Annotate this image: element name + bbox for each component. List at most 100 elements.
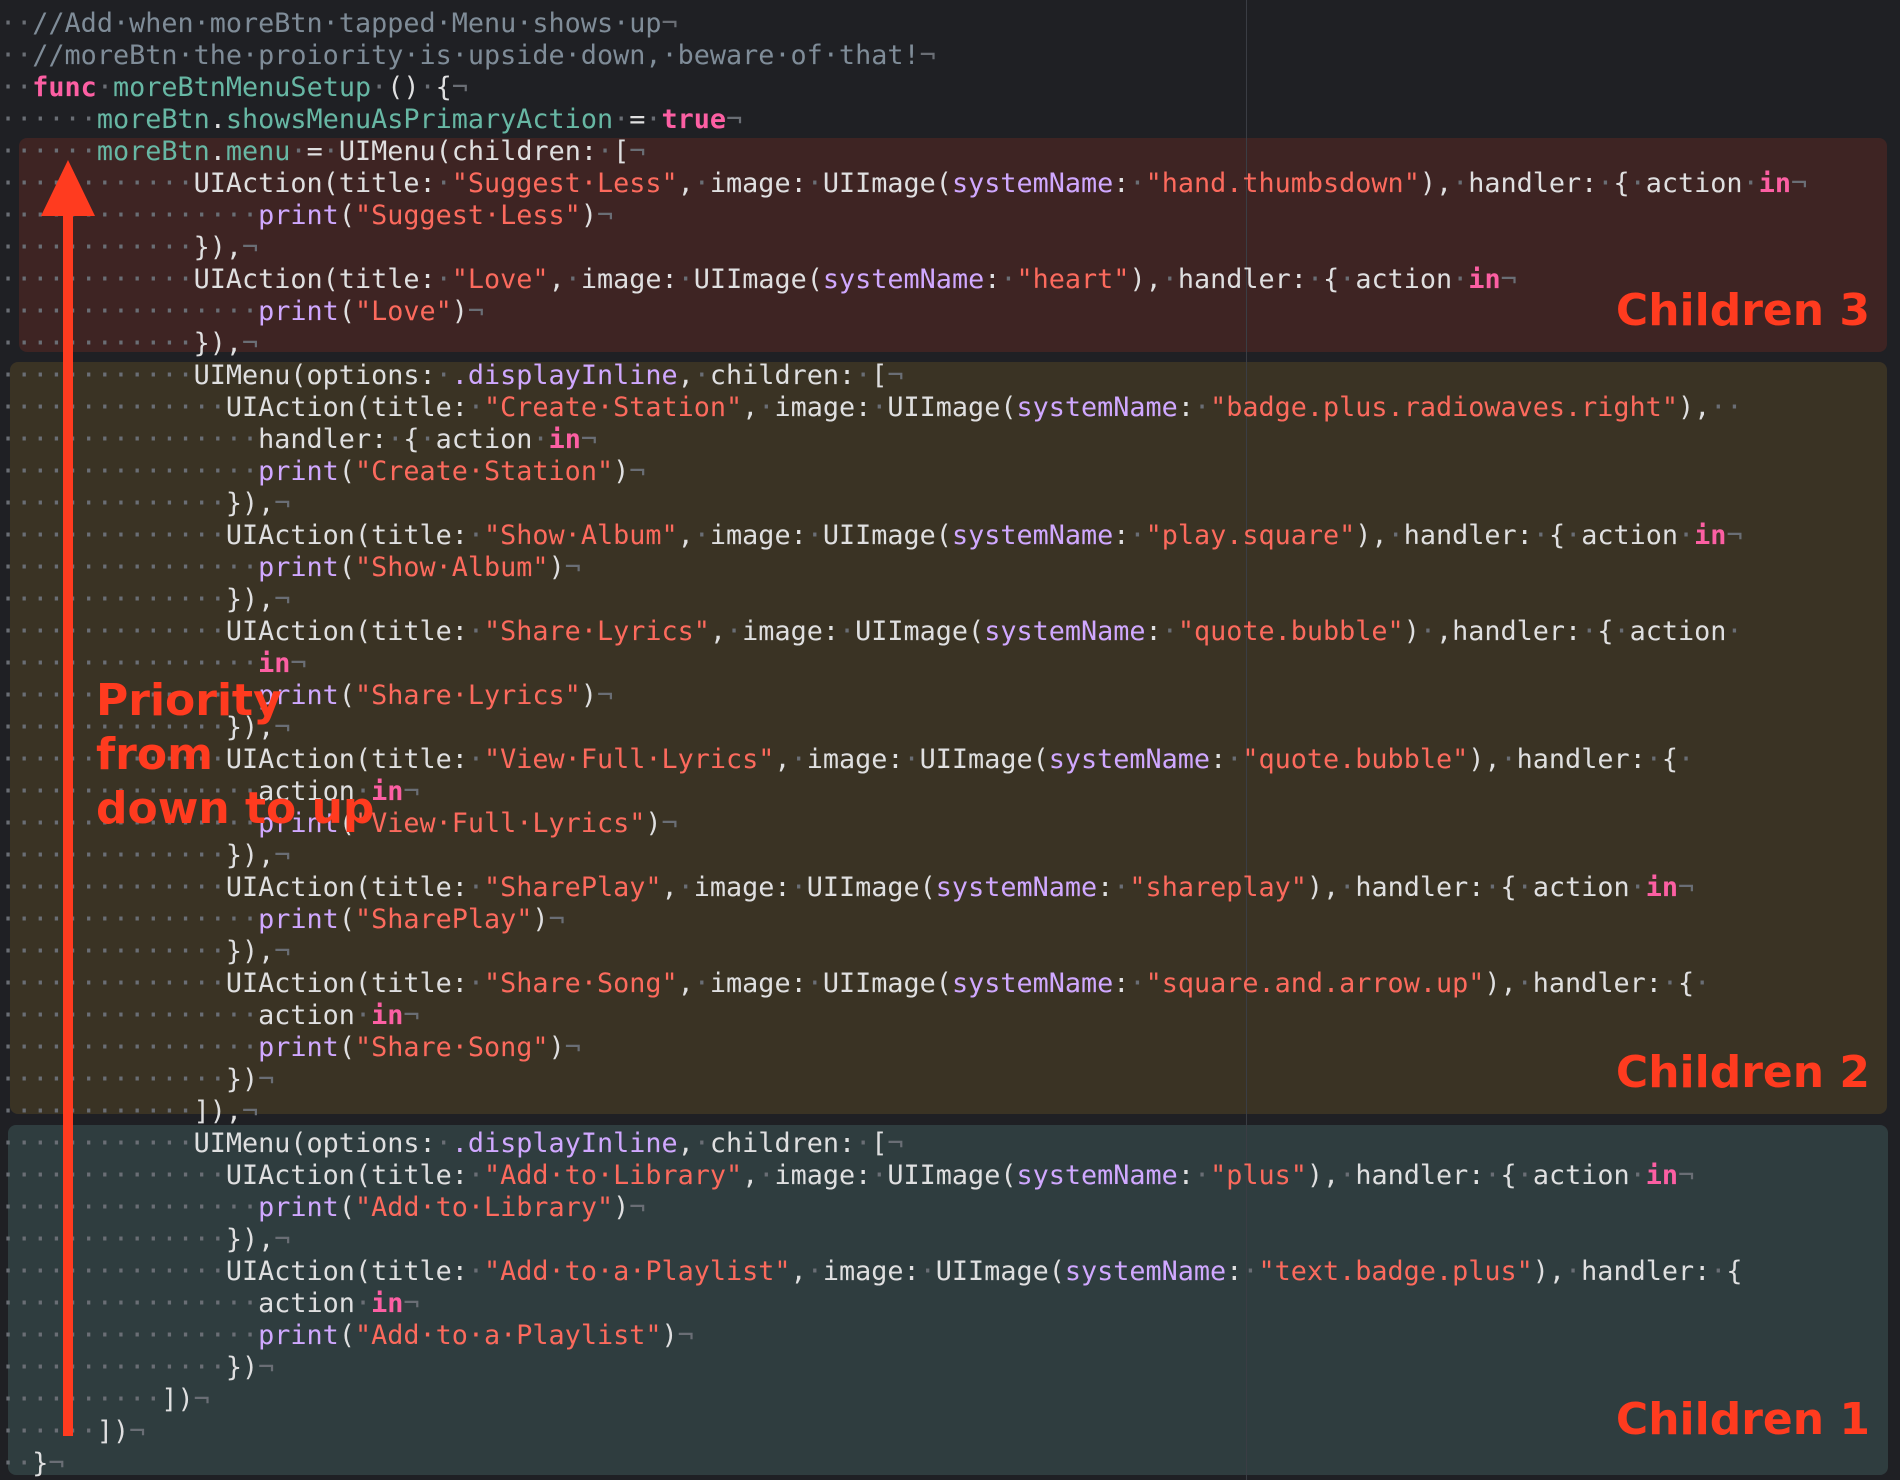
code-token: UIImage( (919, 744, 1049, 775)
code-token: · (1484, 872, 1501, 903)
code-token: · (1742, 168, 1759, 199)
code-token: { (1597, 616, 1614, 647)
code-token: print (258, 552, 339, 583)
code-token: · (435, 264, 452, 295)
code-token: ¬ (48, 1448, 65, 1479)
code-token: image: (580, 264, 678, 295)
code-token: · (1532, 520, 1549, 551)
code-token: ), (1306, 872, 1340, 903)
code-token: handler: (1177, 264, 1307, 295)
code-token: ) (532, 904, 549, 935)
code-line: ················print("Love")¬ (0, 296, 1807, 328)
code-token: { (1323, 264, 1340, 295)
code-token: action (1645, 168, 1743, 199)
code-line: ··············})¬ (0, 1064, 1807, 1096)
code-token: ················ (0, 1000, 259, 1031)
code-token: ············ (0, 328, 194, 359)
code-token: ················ (0, 1320, 259, 1351)
code-token: ¬ (274, 840, 291, 871)
code-token: · (1581, 616, 1598, 647)
code-token: handler: (1403, 520, 1533, 551)
code-token: , (677, 968, 694, 999)
code-token: moreBtnMenuSetup (112, 72, 372, 103)
code-token: image: (806, 744, 904, 775)
code-token: UIAction(title: (193, 168, 436, 199)
code-token: · (1661, 968, 1678, 999)
children-1-label: Children 1 (1615, 1394, 1870, 1445)
code-token: { (435, 72, 452, 103)
code-token: ¬ (242, 1096, 259, 1127)
code-token: ·············· (0, 1064, 226, 1095)
code-token: = (306, 136, 323, 167)
code-token: · (726, 616, 743, 647)
code-token: ) (1403, 616, 1420, 647)
code-token: ·············· (0, 1256, 226, 1287)
code-token: }), (225, 584, 275, 615)
code-token: systemName (935, 872, 1098, 903)
code-line: ················print("Suggest·Less")¬ (0, 200, 1807, 232)
code-token: · (1565, 520, 1582, 551)
code-token: UIMenu(children: (338, 136, 597, 167)
code-token: ·· (0, 72, 33, 103)
code-token: }), (193, 232, 243, 263)
code-token: "badge.plus.radiowaves.right" (1210, 392, 1678, 423)
code-token: ¬ (242, 232, 259, 263)
code-token: ( (338, 296, 355, 327)
code-token: ) (548, 1032, 565, 1063)
code-token: systemName (1016, 1160, 1178, 1191)
code-token: ¬ (564, 1032, 581, 1063)
code-token: handler: (258, 424, 388, 455)
code-token: UIImage( (693, 264, 823, 295)
code-token: · (871, 1160, 888, 1191)
code-token: · (1565, 1256, 1582, 1287)
code-token: image: (774, 1160, 872, 1191)
code-token: · (1226, 744, 1243, 775)
code-token: }), (225, 488, 275, 519)
code-token: print (258, 1192, 339, 1223)
code-token: ················ (0, 552, 259, 583)
code-token: ················ (0, 296, 259, 327)
code-token: , (774, 744, 791, 775)
code-token: //moreBtn·the·proiority·is·upside·down,·… (32, 40, 920, 71)
code-token: ¬ (451, 72, 468, 103)
code-token: . (209, 136, 226, 167)
code-token: "quote.bubble" (1177, 616, 1404, 647)
code-line: ··············UIAction(title:·"Share·Lyr… (0, 616, 1807, 648)
code-token: ············ (0, 264, 194, 295)
code-token: ·············· (0, 1160, 226, 1191)
code-token: UIImage( (822, 520, 952, 551)
code-token: ·············· (0, 520, 226, 551)
code-token: true (661, 104, 727, 135)
code-token: ¬ (1726, 520, 1743, 551)
code-token: · (1161, 264, 1178, 295)
code-token: · (613, 104, 630, 135)
code-token: · (322, 136, 339, 167)
code-token: ) (580, 200, 597, 231)
code-token: systemName (951, 520, 1114, 551)
code-token: ), (1129, 264, 1162, 295)
code-token: ·············· (0, 392, 226, 423)
code-line: ··············}),¬ (0, 1224, 1807, 1256)
code-token: · (467, 968, 485, 999)
code-token: UIImage( (855, 616, 985, 647)
code-token: ·············· (0, 1224, 226, 1255)
code-token: ¬ (661, 808, 678, 839)
code-token: ············ (0, 360, 194, 391)
code-token: ·············· (0, 968, 226, 999)
code-token: = (629, 104, 646, 135)
code-token: print (258, 456, 339, 487)
code-token: · (532, 424, 549, 455)
code-line: ··········])¬ (0, 1384, 1807, 1416)
code-token: · (1597, 168, 1614, 199)
code-line: ··············UIAction(title:·"Share·Son… (0, 968, 1807, 1000)
code-token: · (855, 1128, 872, 1159)
code-line: ············]),¬ (0, 1096, 1807, 1128)
code-token: ), (1355, 520, 1388, 551)
code-token: : (1177, 1160, 1194, 1191)
code-token: "View·Full·Lyrics" (484, 744, 775, 775)
code-token: }), (225, 1224, 275, 1255)
code-token: action (258, 1288, 355, 1319)
code-token: ¬ (242, 328, 259, 359)
code-token: ················ (0, 904, 259, 935)
code-token: "View·Full·Lyrics" (354, 808, 646, 839)
